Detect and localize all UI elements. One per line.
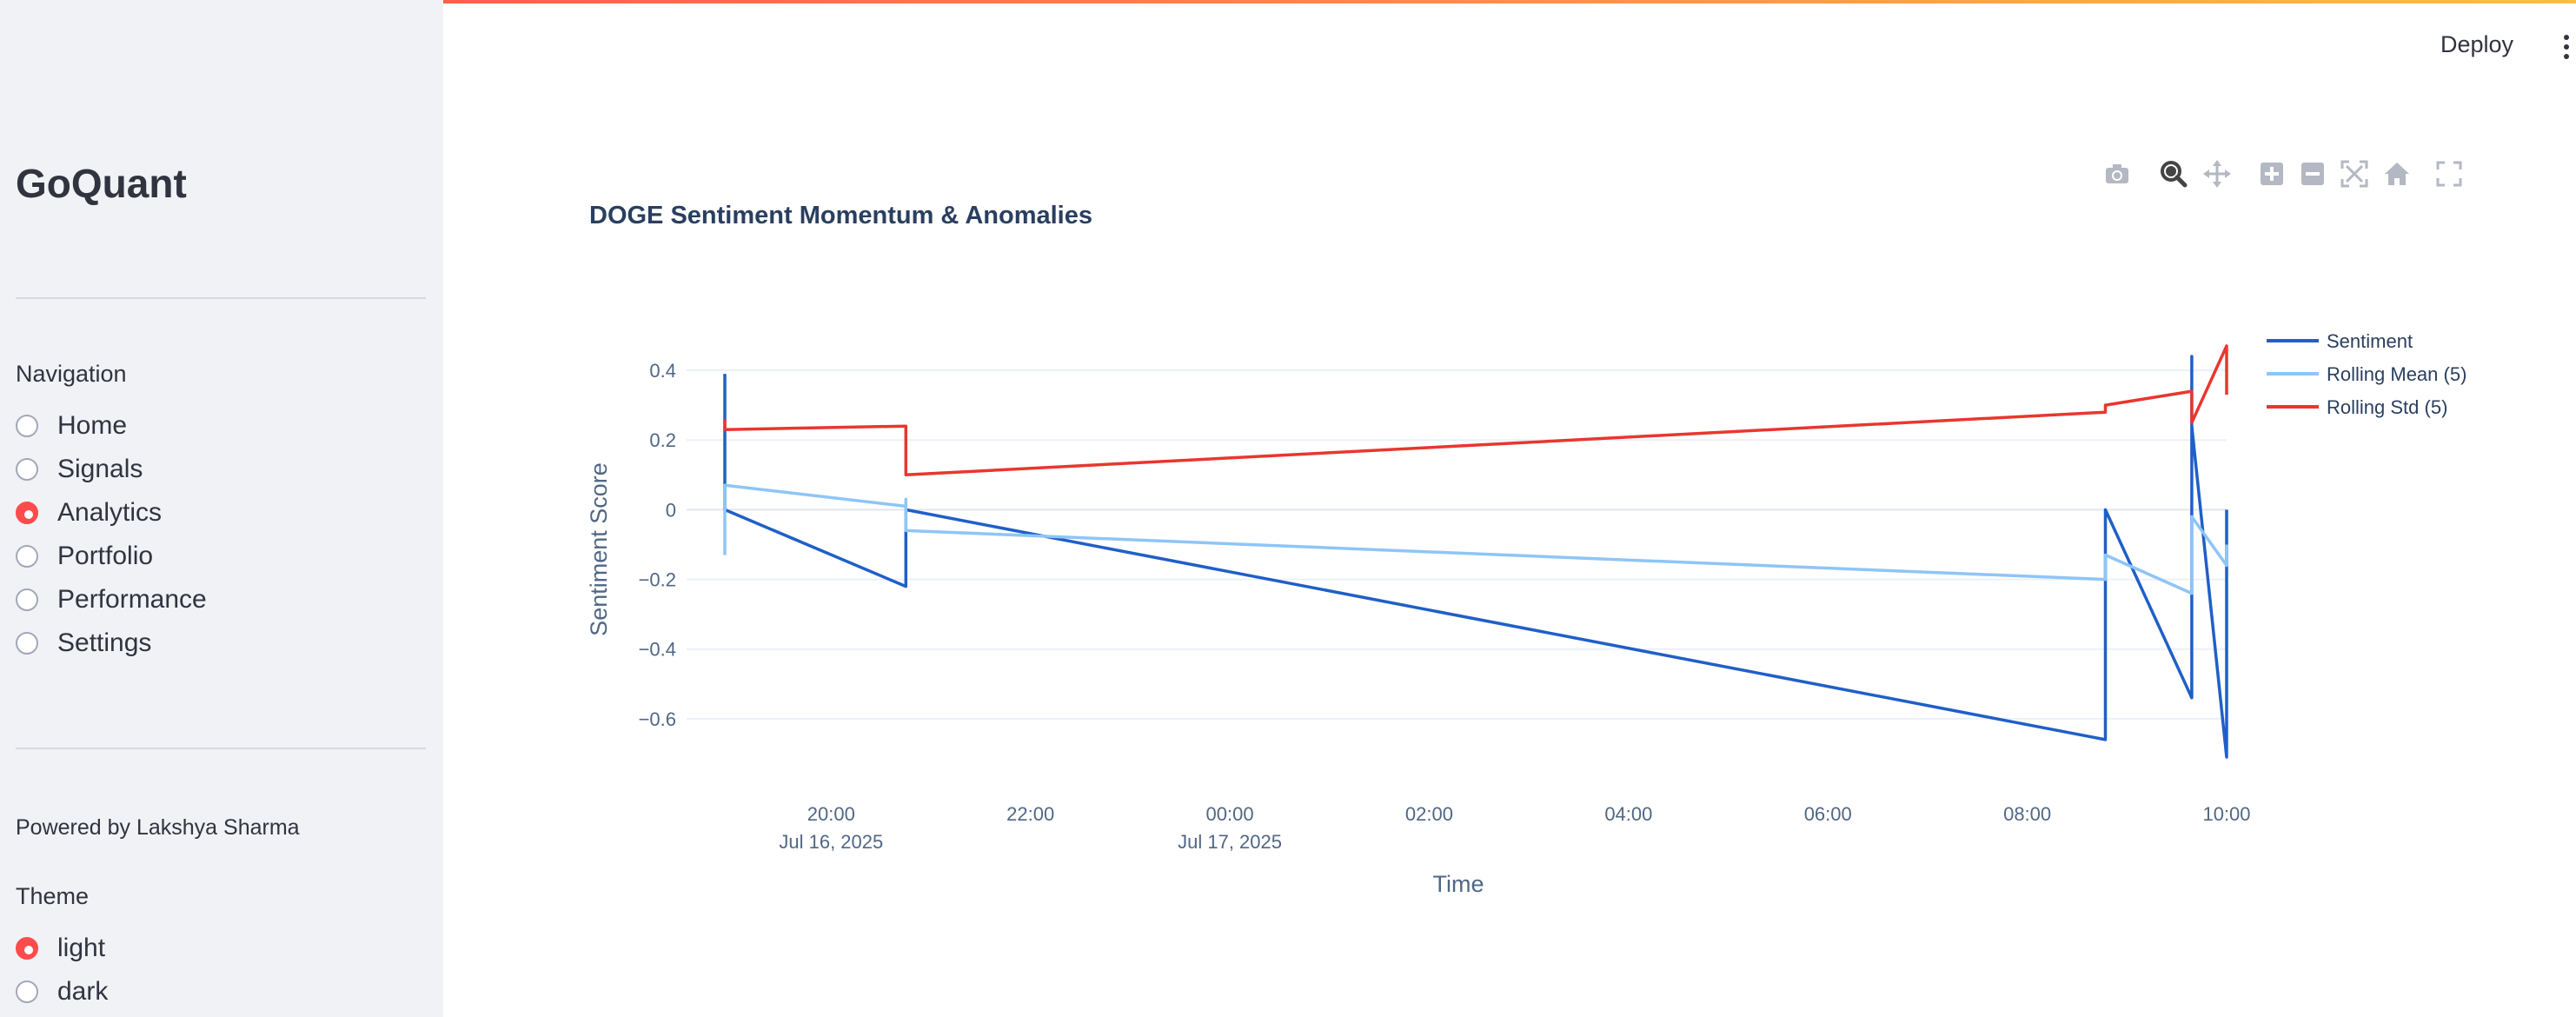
x-tick-label: Jul 17, 2025 [1178,831,1282,853]
chart-gridlines [687,369,2227,720]
x-tick-label: Jul 16, 2025 [779,831,883,853]
x-tick-label: 22:00 [1006,803,1054,825]
y-tick-label: −0.2 [639,569,676,591]
x-axis-ticks: 20:00 Jul 16, 2025 22:00 00:00 Jul 17, 2025 0… [779,803,2250,853]
series-lines [723,344,2228,759]
x-tick-label: 08:00 [2003,803,2051,825]
x-tick-label: 06:00 [1804,803,1852,825]
y-tick-label: 0 [666,499,676,521]
x-tick-label: 04:00 [1604,803,1652,825]
y-tick-label: −0.4 [639,639,676,661]
x-tick-label: 02:00 [1405,803,1453,825]
x-tick-label: 20:00 [807,803,855,825]
x-axis-title: Time [1433,871,1484,897]
x-tick-label: 10:00 [2202,803,2250,825]
y-axis-ticks: 0.4 0.2 0 −0.2 −0.4 −0.6 [639,360,676,730]
legend-label[interactable]: Rolling Std (5) [2327,396,2447,418]
series-line-rolling-std[interactable] [723,344,2228,477]
y-tick-label: 0.4 [649,360,676,382]
y-tick-label: 0.2 [649,429,676,451]
legend-label[interactable]: Rolling Mean (5) [2327,363,2466,385]
series-line-rolling-mean[interactable] [723,483,2228,595]
x-tick-label: 00:00 [1206,803,1254,825]
legend-label[interactable]: Sentiment [2327,330,2413,352]
sentiment-chart: 0.4 0.2 0 −0.2 −0.4 −0.6 20:00 Jul 16, 2025 22:… [586,330,2466,897]
y-axis-title: Sentiment Score [586,462,612,636]
chart-legend: Sentiment Rolling Mean (5) Rolling Std (5) [2267,330,2466,418]
y-tick-label: −0.6 [639,708,676,730]
